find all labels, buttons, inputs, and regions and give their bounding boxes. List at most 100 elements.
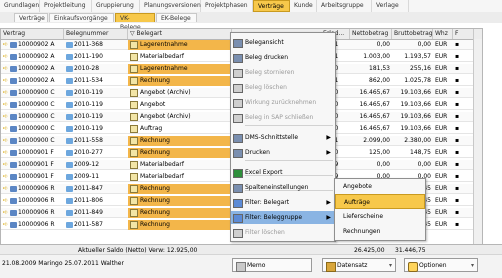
doctype-icon	[130, 148, 138, 157]
cell-vertrag: ➪ 10000906 R	[3, 197, 55, 204]
arrow-icon: ➪	[3, 113, 9, 120]
subtab-vk-belege[interactable]: VK-Belege	[115, 13, 155, 31]
column-header-bruttobetrag[interactable]: Bruttobetrag	[392, 29, 433, 39]
column-header-vertrag[interactable]: Vertrag	[1, 29, 64, 39]
tab-verträge[interactable]: Verträge	[253, 0, 290, 12]
column-header-flag[interactable]: F	[453, 29, 474, 39]
cell-whz: EUR	[435, 53, 448, 60]
sub-tabbar: VerträgeEinkaufsvorgängeVK-BelegeEK-Bele…	[0, 12, 502, 31]
printer-icon	[233, 149, 243, 158]
cell-flag: ▪	[453, 112, 474, 122]
tab-projektphasen[interactable]: Projektphasen	[201, 0, 253, 12]
cell-whz: EUR	[435, 101, 448, 108]
cell-belegart: Materialbedarf	[128, 160, 232, 170]
menu-item-spalteneinstellungen[interactable]: Spalteneinstellungen	[231, 181, 335, 194]
menu-item-label: Filter: Beleggruppe	[245, 214, 303, 221]
tab-projektleitung[interactable]: Projektleitung	[40, 0, 92, 12]
menu-item-beleg-l-schen[interactable]: Beleg löschen	[231, 81, 335, 94]
cell-vertrag: ➪ 10000906 R	[3, 185, 55, 192]
cell-bruttobetrag: 0,00	[417, 161, 431, 168]
doctype-icon	[130, 88, 138, 97]
memo-button[interactable]: Memo	[232, 258, 312, 272]
cell-whz: EUR	[435, 149, 448, 156]
tab-verlage[interactable]: Verlage	[372, 0, 409, 12]
tab-grundlagen[interactable]: Grundlagen	[0, 0, 40, 12]
cell-belegart: Rechnung	[128, 220, 232, 230]
tab-planungsversionen[interactable]: Planungsversionen	[140, 0, 201, 12]
menu-item-belegansicht[interactable]: Belegansicht	[231, 36, 335, 49]
datensatz-button[interactable]: Datensatz ▾	[322, 258, 396, 272]
menu-item-beleg-in-sap-schlie-en[interactable]: Beleg in SAP schließen	[231, 111, 335, 124]
tab-gruppierung[interactable]: Gruppierung	[92, 0, 140, 12]
cell-bruttobetrag: 255,16	[410, 65, 431, 72]
contract-icon	[9, 161, 17, 168]
menu-item-beleg-stornieren[interactable]: Beleg stornieren	[231, 66, 335, 79]
menu-item-filter-beleggruppe[interactable]: Filter: Beleggruppe ▶	[231, 211, 335, 224]
cell-vertrag: ➪ 10000906 R	[3, 221, 55, 228]
subtab-ek-belege[interactable]: EK-Belege	[156, 13, 197, 22]
cell-flag: ▪	[453, 196, 474, 206]
arrow-icon: ➪	[3, 185, 9, 192]
contract-icon	[9, 113, 17, 120]
cell-belegnummer: 2011-534	[64, 76, 128, 86]
cell-belegart: Rechnung	[128, 184, 232, 194]
menu-item-label: Excel Export	[245, 169, 283, 176]
menu-item-label: Belegansicht	[245, 39, 284, 46]
submenu-item-rechnungen[interactable]: Rechnungen	[335, 224, 425, 239]
arrow-icon: ➪	[3, 173, 9, 180]
column-header-belegart[interactable]: ▽ Belegart	[128, 29, 232, 39]
cell-belegart: Angebot (Archiv)	[128, 88, 232, 98]
menu-item-beleg-drucken[interactable]: Beleg drucken	[231, 51, 335, 64]
doctype-icon	[130, 172, 138, 181]
contract-icon	[9, 101, 17, 108]
cell-vertrag: ➪ 10000902 A	[3, 77, 55, 84]
sum-netto: 26.425,00	[354, 247, 385, 254]
menu-separator	[245, 125, 333, 126]
cell-whz: EUR	[435, 89, 448, 96]
cell-flag: ▪	[453, 172, 474, 182]
undo-icon	[233, 99, 243, 108]
datensatz-label: Datensatz	[337, 262, 368, 269]
submenu-item-angebote[interactable]: Angebote	[335, 179, 425, 194]
menu-item-wirkung-zur-cknehmen[interactable]: Wirkung zurücknehmen	[231, 96, 335, 109]
submenu-item-lieferscheine[interactable]: Lieferscheine	[335, 209, 425, 224]
column-header-nettobetrag[interactable]: Nettobetrag	[350, 29, 392, 39]
contract-icon	[9, 53, 17, 60]
arrow-icon: ➪	[3, 125, 9, 132]
cell-whz: EUR	[435, 77, 448, 84]
menu-item-label: Filter: Belegart	[245, 199, 290, 206]
cell-whz: EUR	[435, 41, 448, 48]
flag-icon: ▪	[455, 197, 460, 204]
cell-nettobetrag: 16.465,67	[359, 89, 390, 96]
cell-flag: ▪	[453, 64, 474, 74]
column-header-belegnummer[interactable]: Belegnummer	[64, 29, 128, 39]
menu-item-filter-belegart[interactable]: Filter: Belegart ▶	[231, 196, 335, 209]
document-icon	[66, 89, 73, 96]
menu-item-dms-schnittstelle[interactable]: DMS-Schnittstelle ▶	[231, 131, 335, 144]
menu-item-drucken[interactable]: Drucken ▶	[231, 146, 335, 159]
optionen-button[interactable]: Optionen ▾	[404, 258, 478, 272]
cell-belegnummer: 2011-806	[64, 196, 128, 206]
menu-item-filter-l-schen[interactable]: Filter löschen	[231, 226, 335, 239]
memo-icon	[236, 262, 246, 272]
menu-item-excel-export[interactable]: Excel Export	[231, 166, 335, 179]
subtab-einkaufsvorgänge[interactable]: Einkaufsvorgänge	[49, 13, 114, 22]
cell-flag: ▪	[453, 220, 474, 230]
cell-flag: ▪	[453, 76, 474, 86]
cell-belegnummer: 2010-119	[64, 112, 128, 122]
contract-icon	[9, 65, 17, 72]
record-info: 21.08.2009 Maringo 25.07.2011 Walther	[2, 260, 124, 267]
flag-icon: ▪	[455, 149, 460, 156]
tab-kunde[interactable]: Kunde	[290, 0, 317, 12]
document-icon	[66, 113, 73, 120]
document-icon	[66, 53, 73, 60]
tab-arbeitsgruppe[interactable]: Arbeitsgruppe	[317, 0, 372, 12]
cell-vertrag: ➪ 10000900 C	[3, 89, 55, 96]
submenu-item-auftr-ge[interactable]: Aufträge	[335, 194, 425, 209]
vertical-scrollbar[interactable]	[473, 39, 482, 244]
column-header-whz[interactable]: Whz	[433, 29, 453, 39]
flag-icon: ▪	[455, 173, 460, 180]
arrow-icon: ➪	[3, 53, 9, 60]
flag-icon: ▪	[455, 53, 460, 60]
subtab-verträge[interactable]: Verträge	[14, 13, 48, 22]
